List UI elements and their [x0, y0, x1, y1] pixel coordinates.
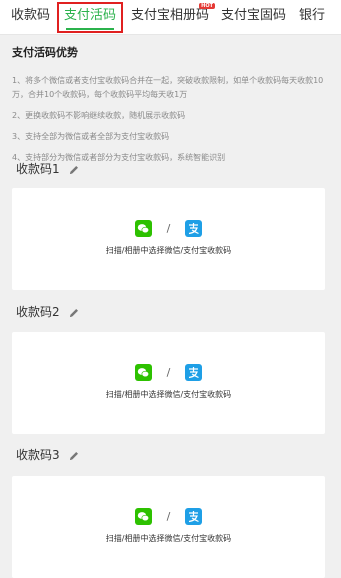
separator: /: [166, 366, 171, 379]
advantage-item: 1、将多个微信或者支付宝收款码合并在一起，突破收款限制，如单个收款码每天收款10…: [12, 76, 324, 99]
advantages-title: 支付活码优势: [12, 46, 78, 59]
tab-bank[interactable]: 银行: [299, 0, 325, 34]
code-heading: 收款码2: [16, 303, 80, 321]
upload-instruction: 扫描/相册中选择微信/支付宝收款码: [105, 390, 232, 399]
tab-collection-code[interactable]: 收款码: [11, 0, 50, 34]
tab-bar: 收款码 支付活码 支付宝相册码 HOT 支付宝固码 银行: [0, 0, 341, 35]
tab-alipay-fixed-code[interactable]: 支付宝固码: [221, 0, 286, 34]
code-title: 收款码1: [16, 162, 60, 176]
upload-instruction: 扫描/相册中选择微信/支付宝收款码: [105, 246, 232, 255]
tab-dynamic-code[interactable]: 支付活码: [64, 0, 116, 34]
wechat-icon: [134, 508, 152, 525]
tab-label: 收款码: [11, 8, 51, 23]
code-heading: 收款码1: [16, 160, 80, 178]
pencil-icon[interactable]: [68, 307, 80, 319]
advantage-item: 2、更换收款码不影响继续收款，随机展示收款码: [12, 111, 186, 120]
upload-card[interactable]: / 扫描/相册中选择微信/支付宝收款码: [12, 476, 325, 578]
separator: /: [166, 222, 171, 235]
upload-card[interactable]: / 扫描/相册中选择微信/支付宝收款码: [12, 332, 325, 434]
tab-label: 支付宝相册码: [131, 8, 210, 23]
wechat-icon: [134, 220, 152, 237]
alipay-icon: [185, 364, 203, 381]
alipay-icon: [185, 220, 203, 237]
upload-card[interactable]: / 扫描/相册中选择微信/支付宝收款码: [12, 188, 325, 290]
hot-badge: HOT: [199, 3, 216, 9]
payment-icons: /: [12, 218, 325, 237]
code-title: 收款码3: [16, 448, 60, 462]
payment-icons: /: [12, 506, 325, 525]
pencil-icon[interactable]: [68, 164, 80, 176]
code-heading: 收款码3: [16, 446, 80, 464]
upload-instruction: 扫描/相册中选择微信/支付宝收款码: [105, 534, 232, 543]
alipay-icon: [185, 508, 203, 525]
tab-label: 支付活码: [64, 8, 117, 23]
tab-label: 银行: [299, 8, 326, 23]
pencil-icon[interactable]: [68, 450, 80, 462]
code-title: 收款码2: [16, 305, 60, 319]
payment-icons: /: [12, 362, 325, 381]
advantage-item: 3、支持全部为微信或者全部为支付宝收款码: [12, 132, 170, 141]
separator: /: [166, 510, 171, 523]
tab-label: 支付宝固码: [221, 8, 287, 23]
tab-alipay-album-code[interactable]: 支付宝相册码 HOT: [131, 0, 216, 34]
advantages-section: 支付活码优势 1、将多个微信或者支付宝收款码合并在一起，突破收款限制，如单个收款…: [12, 44, 332, 172]
wechat-icon: [134, 364, 152, 381]
active-tab-indicator: [66, 28, 115, 30]
